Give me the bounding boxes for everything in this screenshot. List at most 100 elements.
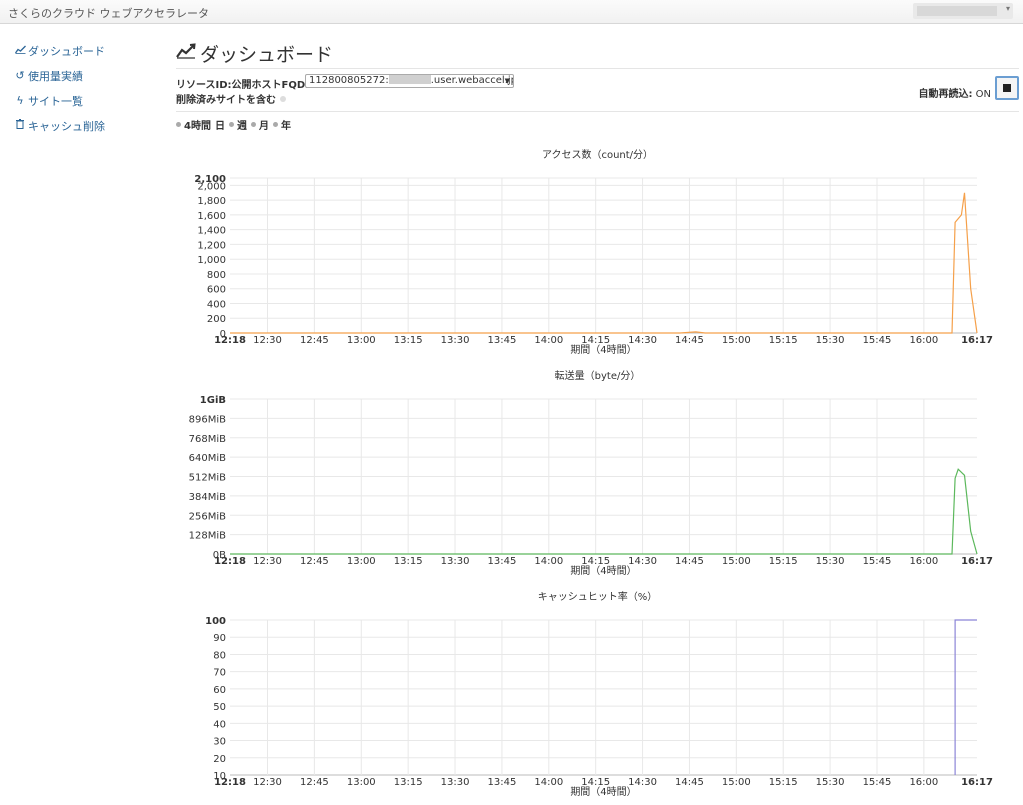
auto-reload-label: 自動再読込: [918,89,973,100]
x-tick-label: 13:15 [394,777,423,788]
x-tick-label: 14:45 [675,556,704,567]
x-tick-label: 15:45 [863,777,892,788]
x-tick-label: 16:00 [909,556,938,567]
sidebar-item-label: ダッシュボード [28,44,105,58]
fqdn-select[interactable]: 112800805272: .user.webaccel.jp ▼ [305,74,514,88]
y-tick-label: 20 [213,754,226,765]
x-tick-label: 14:00 [534,777,563,788]
user-menu[interactable]: ▾ [913,3,1013,19]
x-tick-label: 13:30 [441,335,470,346]
period-option-4h[interactable]: 4時間 [176,117,211,132]
sidebar-item-label: 使用量実績 [28,69,83,83]
period-option-week[interactable]: 週 [228,117,247,132]
radio-icon [250,122,256,127]
y-tick-label: 1,800 [197,196,226,207]
radio-icon [272,122,278,127]
x-tick-label: 13:00 [347,777,376,788]
access-chart-svg: 02004006008001,0001,2001,4001,6001,8002,… [194,174,993,356]
resource-label: リソースID:公開ホストFQDN [176,80,314,91]
sidebar-item-usage[interactable]: ↺ 使用量実績 [14,63,154,88]
x-tick-label: 15:15 [769,335,798,346]
x-tick-label: 12:18 [214,777,246,788]
y-tick-label: 1,000 [197,255,226,266]
y-tick-label: 1GiB [200,395,226,406]
y-tick-label: 2,100 [194,174,226,185]
chart-line-icon [176,42,196,64]
y-tick-label: 1,200 [197,240,226,251]
x-tick-label: 15:30 [816,777,845,788]
cache-hit-chart-svg: 10203040506070809010012:18 12:30 12:45 13:0… [205,616,993,798]
fqdn-prefix: 112800805272: [309,75,389,86]
period-option-month[interactable]: 月 [250,117,269,132]
x-tick-label: 15:45 [863,335,892,346]
x-axis-label: 期間（4時間） [570,786,636,798]
include-deleted-checkbox[interactable] [280,96,286,102]
filter-row: リソースID:公開ホストFQDN 112800805272: .user.weba… [176,69,1019,111]
x-tick-label: 12:30 [253,777,282,788]
y-tick-label: 256MiB [189,511,226,522]
y-tick-label: 40 [213,719,226,730]
auto-reload-stop-button[interactable] [995,76,1019,100]
y-tick-label: 70 [213,668,226,679]
include-deleted-label: 削除済みサイトを含む [176,95,276,106]
x-tick-label: 12:18 [214,335,246,346]
y-tick-label: 400 [207,299,226,310]
y-tick-label: 100 [205,616,226,627]
series-line [230,192,978,334]
bolt-icon: ϟ [16,94,24,107]
fqdn-suffix: .user.webaccel.jp [430,75,514,86]
y-tick-label: 200 [207,314,226,325]
x-tick-label: 16:17 [961,556,993,567]
main-content: ダッシュボード リソースID:公開ホストFQDN 112800805272: .u… [176,40,1019,136]
x-tick-label: 15:15 [769,556,798,567]
x-tick-label: 16:00 [909,777,938,788]
brand-title[interactable]: さくらのクラウド ウェブアクセラレータ [8,5,209,21]
sidebar-item-label: キャッシュ削除 [28,119,105,133]
y-tick-label: 50 [213,702,226,713]
auto-reload-state: ON [975,89,991,100]
series-line [230,468,978,555]
period-option-year[interactable]: 年 [272,117,291,132]
x-tick-label: 15:30 [816,556,845,567]
x-tick-label: 13:45 [488,556,517,567]
select-arrow-icon: ▼ [504,77,510,85]
x-tick-label: 13:00 [347,335,376,346]
include-deleted-option[interactable]: 削除済みサイトを含む [176,91,286,106]
chart-line-icon [14,44,26,57]
x-tick-label: 13:15 [394,335,423,346]
x-axis-label: 期間（4時間） [570,344,636,356]
sidebar-item-dashboard[interactable]: ダッシュボード [14,38,154,63]
period-selector: 4時間 日 週 月 年 [176,112,1019,136]
x-tick-label: 12:30 [253,556,282,567]
x-tick-label: 14:00 [534,556,563,567]
page-title-text: ダッシュボード [200,43,334,66]
y-tick-label: 600 [207,285,226,296]
page-title: ダッシュボード [176,40,1019,66]
x-tick-label: 15:00 [722,335,751,346]
y-tick-label: 90 [213,633,226,644]
x-tick-label: 13:00 [347,556,376,567]
x-tick-label: 12:45 [300,335,329,346]
x-tick-label: 13:45 [488,777,517,788]
trash-icon [14,119,26,132]
x-tick-label: 12:45 [300,556,329,567]
top-navbar: さくらのクラウド ウェブアクセラレータ ▾ [0,0,1023,24]
y-tick-label: 768MiB [189,434,226,445]
y-tick-label: 80 [213,650,226,661]
x-tick-label: 13:30 [441,556,470,567]
x-axis-label: 期間（4時間） [570,565,636,577]
x-tick-label: 13:45 [488,335,517,346]
caret-down-icon: ▾ [1005,4,1010,13]
x-tick-label: 13:15 [394,556,423,567]
fqdn-masked [388,75,431,84]
sidebar-item-sites[interactable]: ϟ サイト一覧 [14,88,154,113]
y-tick-label: 800 [207,270,226,281]
period-option-day[interactable]: 日 [215,117,225,132]
x-tick-label: 16:00 [909,335,938,346]
x-tick-label: 12:45 [300,777,329,788]
y-tick-label: 640MiB [189,453,226,464]
series-line [954,619,977,775]
radio-icon [228,122,234,127]
x-tick-label: 15:00 [722,556,751,567]
sidebar-item-cache-purge[interactable]: キャッシュ削除 [14,113,154,138]
